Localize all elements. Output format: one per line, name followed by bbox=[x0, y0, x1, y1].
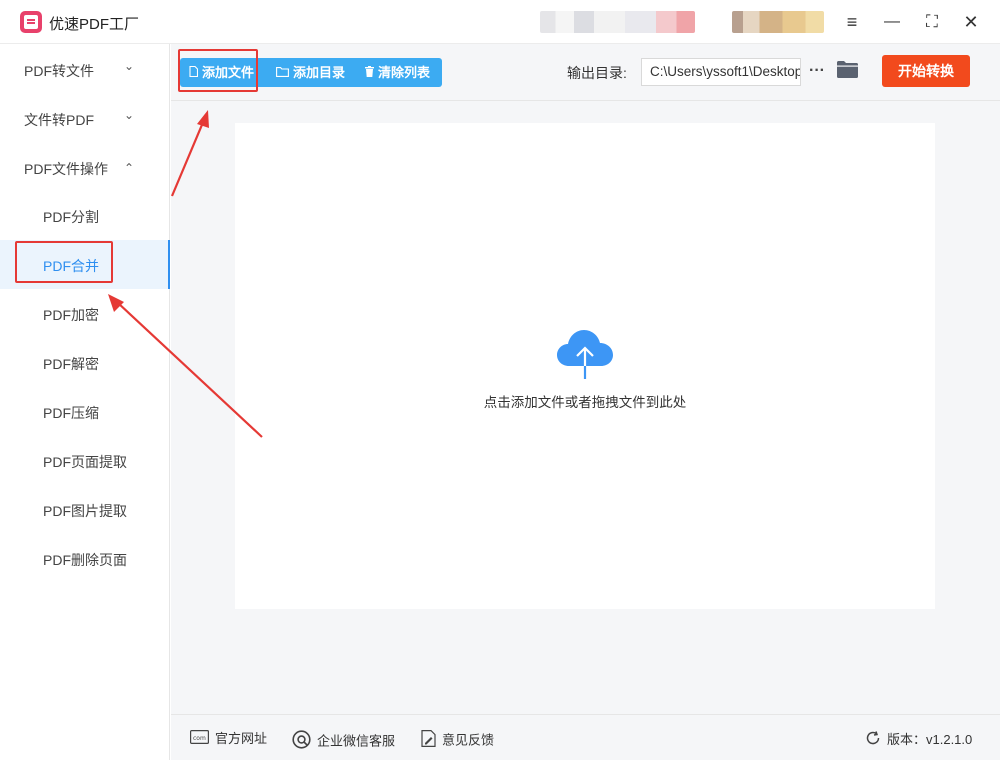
file-drop-zone[interactable]: 点击添加文件或者拖拽文件到此处 bbox=[235, 123, 935, 609]
close-button[interactable]: ✕ bbox=[957, 8, 985, 36]
browse-folder-icon[interactable] bbox=[837, 61, 858, 78]
svg-text:com: com bbox=[193, 735, 206, 742]
annotation-box-pdf-merge bbox=[15, 241, 113, 283]
toolbar: 添加文件 添加目录 清除列表 输出目录: C:\Users\yssoft1\De… bbox=[171, 44, 1000, 101]
annotation-box-add-file bbox=[178, 49, 258, 92]
website-link[interactable]: com 官方网址 bbox=[190, 730, 267, 748]
sidebar-group-label: PDF文件操作 bbox=[24, 161, 108, 177]
wechat-icon bbox=[292, 730, 311, 754]
more-options-button[interactable]: ··· bbox=[807, 58, 827, 86]
sidebar-item-pdf-decrypt[interactable]: PDF解密 bbox=[0, 338, 170, 387]
output-directory-label: 输出目录: bbox=[567, 65, 627, 81]
website-icon: com bbox=[190, 730, 209, 749]
add-folder-button[interactable]: 添加目录 bbox=[276, 58, 345, 87]
maximize-button[interactable]: ⛶ bbox=[918, 8, 946, 36]
sidebar-item-pdf-delete-pages[interactable]: PDF删除页面 bbox=[0, 534, 170, 583]
version-label: 版本：v1.2.1.0 bbox=[887, 731, 973, 747]
wechat-service-link[interactable]: 企业微信客服 bbox=[292, 730, 396, 749]
sidebar-item-label: PDF分割 bbox=[43, 209, 99, 225]
wechat-service-label: 企业微信客服 bbox=[317, 733, 396, 749]
sidebar: PDF转文件 ⌄ 文件转PDF ⌄ PDF文件操作 ⌃ PDF分割 PDF合并 … bbox=[0, 44, 170, 760]
sidebar-item-pdf-compress[interactable]: PDF压缩 bbox=[0, 387, 170, 436]
sidebar-item-label: PDF删除页面 bbox=[43, 552, 127, 568]
sidebar-item-label: PDF页面提取 bbox=[43, 454, 127, 470]
sidebar-group-label: 文件转PDF bbox=[24, 112, 94, 128]
blurred-account-info bbox=[540, 11, 695, 33]
add-folder-label: 添加目录 bbox=[293, 65, 346, 80]
refresh-icon bbox=[865, 730, 881, 751]
feedback-label: 意见反馈 bbox=[442, 732, 495, 748]
chevron-down-icon: ⌄ bbox=[124, 59, 135, 73]
website-label: 官方网址 bbox=[215, 731, 268, 746]
sidebar-group-file-to-pdf[interactable]: 文件转PDF ⌄ bbox=[0, 93, 170, 142]
chevron-down-icon: ⌄ bbox=[124, 108, 135, 122]
menu-icon[interactable]: ≡ bbox=[838, 8, 866, 36]
trash-icon bbox=[365, 58, 374, 87]
minimize-button[interactable]: — bbox=[878, 8, 906, 36]
sidebar-item-label: PDF图片提取 bbox=[43, 503, 127, 519]
sidebar-item-label: PDF压缩 bbox=[43, 405, 99, 421]
sidebar-group-label: PDF转文件 bbox=[24, 63, 94, 79]
clear-list-button[interactable]: 清除列表 bbox=[365, 58, 430, 87]
sidebar-group-pdf-to-file[interactable]: PDF转文件 ⌄ bbox=[0, 44, 170, 93]
clear-list-label: 清除列表 bbox=[378, 65, 431, 80]
sidebar-item-label: PDF解密 bbox=[43, 356, 99, 372]
start-convert-button[interactable]: 开始转换 bbox=[882, 55, 970, 87]
title-bar: 优速PDF工厂 ≡ — ⛶ ✕ bbox=[0, 0, 1000, 44]
folder-icon bbox=[276, 58, 289, 87]
sidebar-group-pdf-operations[interactable]: PDF文件操作 ⌃ bbox=[0, 142, 170, 191]
sidebar-item-pdf-page-extract[interactable]: PDF页面提取 bbox=[0, 436, 170, 485]
blurred-avatar bbox=[732, 11, 824, 33]
cloud-upload-icon bbox=[555, 328, 615, 380]
chevron-up-icon: ⌃ bbox=[124, 161, 135, 175]
app-logo-icon bbox=[20, 11, 42, 33]
main-panel: 添加文件 添加目录 清除列表 输出目录: C:\Users\yssoft1\De… bbox=[171, 44, 1000, 760]
sidebar-item-pdf-image-extract[interactable]: PDF图片提取 bbox=[0, 485, 170, 534]
feedback-icon bbox=[421, 730, 436, 752]
sidebar-item-label: PDF加密 bbox=[43, 307, 99, 323]
sidebar-item-pdf-split[interactable]: PDF分割 bbox=[0, 191, 170, 240]
feedback-link[interactable]: 意见反馈 bbox=[421, 730, 494, 748]
footer: com 官方网址 企业微信客服 意见反馈 版本：v1.2.1.0 bbox=[171, 714, 1000, 760]
version-info[interactable]: 版本：v1.2.1.0 bbox=[865, 730, 972, 748]
sidebar-item-pdf-encrypt[interactable]: PDF加密 bbox=[0, 289, 170, 338]
drop-zone-hint: 点击添加文件或者拖拽文件到此处 bbox=[483, 395, 687, 410]
app-title: 优速PDF工厂 bbox=[49, 16, 140, 33]
output-directory-input[interactable]: C:\Users\yssoft1\Desktop bbox=[641, 58, 801, 86]
